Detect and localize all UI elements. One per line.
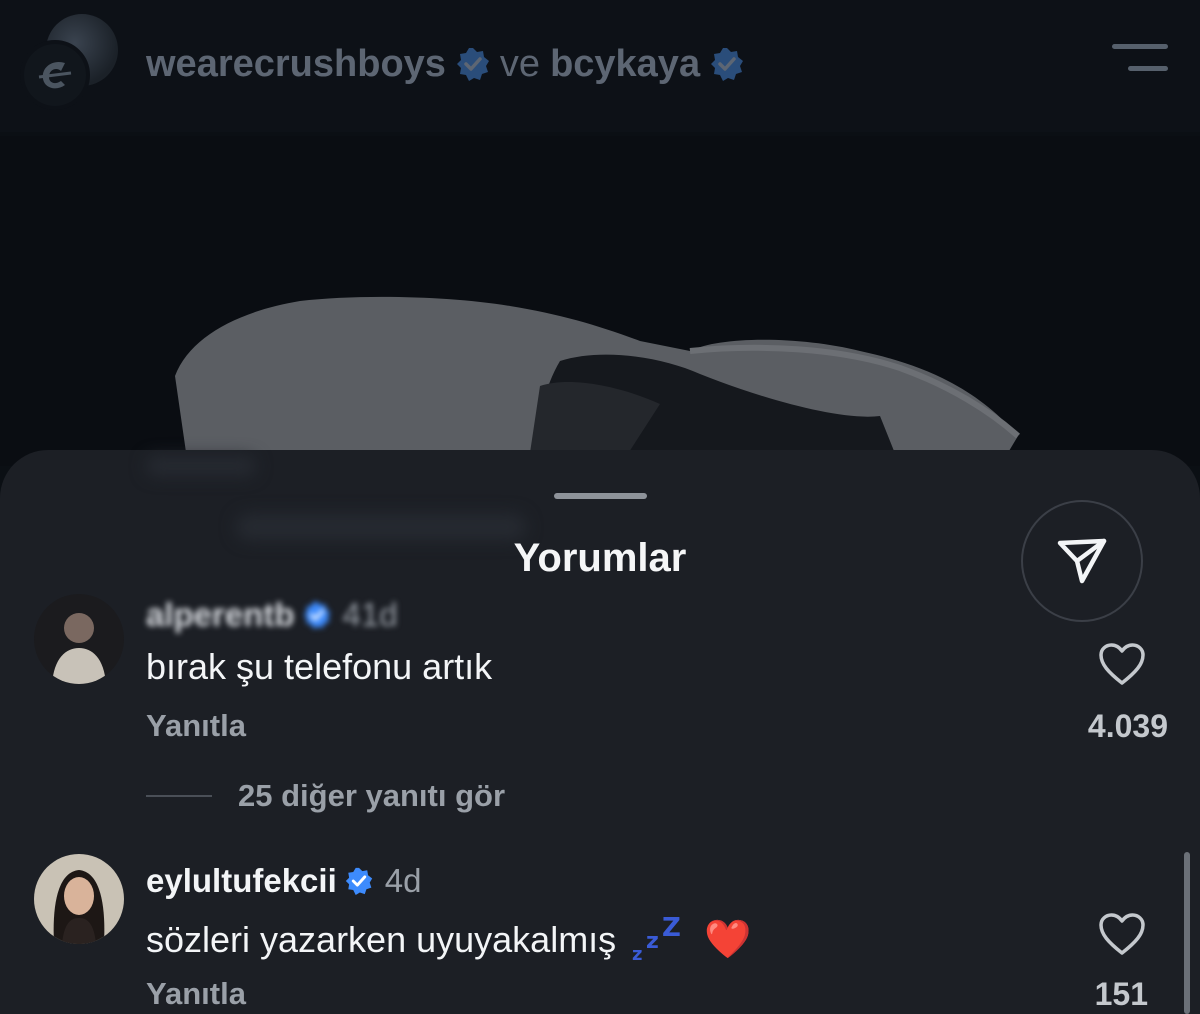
more-replies-label[interactable]: 25 diğer yanıtı gör: [238, 778, 505, 814]
group-avatar[interactable]: [20, 14, 118, 110]
reply-button[interactable]: Yanıtla: [146, 708, 246, 744]
verified-badge-icon: [303, 601, 330, 629]
heart-outline-icon[interactable]: [1098, 912, 1146, 956]
avatar-alperentb-image: [34, 594, 124, 684]
scrollbar[interactable]: [1184, 852, 1190, 1014]
svg-text:Z: Z: [662, 916, 681, 943]
post-image: [0, 136, 1200, 466]
sheet-grabber[interactable]: [554, 493, 647, 499]
avatar-wearecrushboys: [20, 40, 90, 110]
blurred-content: [146, 456, 256, 476]
reply-button[interactable]: Yanıtla: [146, 976, 246, 1012]
comments-sheet: Yorumlar alperentb 41d bırak şu telefonu…: [0, 450, 1200, 1014]
avatar[interactable]: [34, 854, 124, 944]
comment-text-row: sözleri yazarken uyuyakalmış z z Z ❤️: [146, 916, 752, 964]
verified-badge-icon: [711, 48, 744, 81]
svg-text:z: z: [632, 944, 642, 964]
svg-text:z: z: [646, 929, 659, 954]
heart-emoji: ❤️: [704, 919, 752, 961]
bed-pillows-image: [0, 136, 1200, 466]
comment-text: bırak şu telefonu artık: [146, 646, 493, 687]
avatar[interactable]: [34, 594, 124, 684]
comment-meta: alperentb 41d: [146, 596, 398, 634]
comment-meta: eylultufekcii 4d: [146, 862, 421, 900]
divider-line: [146, 795, 212, 797]
comment-username[interactable]: alperentb: [146, 596, 295, 634]
like-count: 4.039: [1087, 708, 1168, 744]
view-more-replies[interactable]: 25 diğer yanıtı gör: [146, 778, 505, 814]
comment-username[interactable]: eylultufekcii: [146, 862, 337, 900]
heart-outline-icon[interactable]: [1098, 642, 1146, 686]
share-button[interactable]: [1021, 500, 1143, 622]
header-title[interactable]: wearecrushboys ve bcykaya: [146, 40, 744, 88]
header-user1[interactable]: wearecrushboys: [146, 43, 446, 86]
verified-badge-icon: [456, 48, 489, 81]
verified-badge-icon: [345, 867, 372, 895]
header-user2[interactable]: bcykaya: [550, 43, 700, 86]
menu-icon[interactable]: [1108, 44, 1168, 78]
header-conjunction: ve: [499, 42, 541, 85]
comment-time: 4d: [384, 862, 422, 899]
sheet-title: Yorumlar: [513, 536, 687, 580]
share-send-icon: [1057, 538, 1107, 584]
crush-logo-icon: [38, 61, 72, 89]
chat-header: wearecrushboys ve bcykaya: [0, 0, 1200, 132]
comment-text: sözleri yazarken uyuyakalmış: [146, 919, 617, 960]
like-count: 151: [1094, 976, 1148, 1012]
sleep-zzz-icon: z z Z: [632, 916, 681, 964]
avatar-eylultufekcii-image: [34, 854, 124, 944]
comment-time: 41d: [342, 596, 398, 633]
